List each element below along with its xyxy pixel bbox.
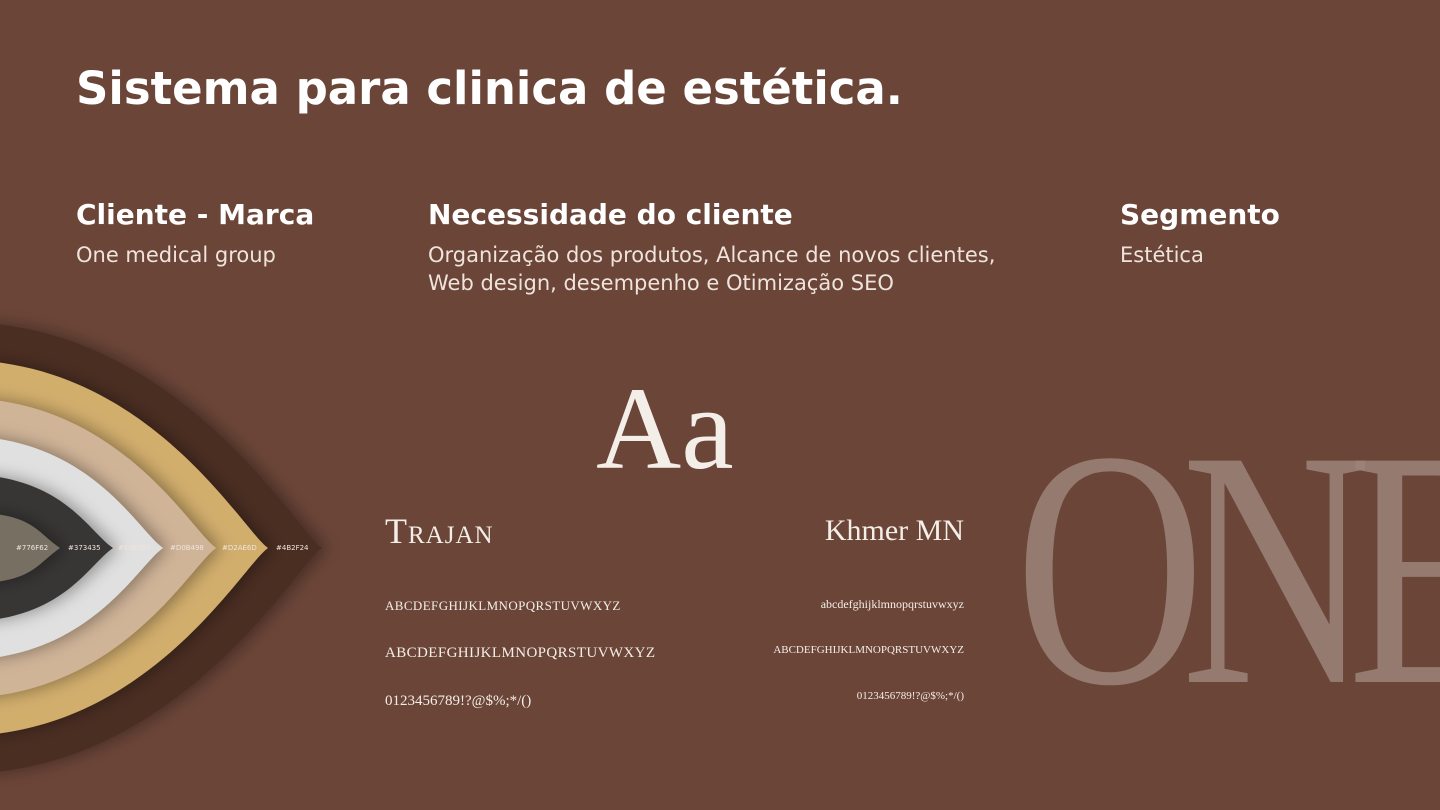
typeface-sample-glyph: Aa [596, 363, 734, 494]
trajan-sample-numbers: 0123456789!?@$%;*/() [385, 693, 532, 709]
palette-swatch-label: #E0E0E0 [118, 544, 151, 552]
palette-swatch-label: #4B2F24 [276, 544, 309, 552]
khmer-sample-lowercase: abcdefghijklmnopqrstuvwxyz [820, 597, 964, 611]
palette-swatch-label: #D0B498 [170, 544, 204, 552]
trajan-sample-uppercase: ABCDEFGHIJKLMNOPQRSTUVWXYZ [385, 645, 656, 661]
font-name-khmer: Khmer MN [824, 514, 964, 547]
palette-swatch-label: #D2AE6D [222, 544, 257, 552]
khmer-sample-uppercase: ABCDEFGHIJKLMNOPQRSTUVWXYZ [773, 644, 964, 656]
one-logo-text: ONE [1015, 420, 1440, 695]
font-name-trajan: Trajan [385, 511, 494, 551]
palette-swatch-label: #776F62 [16, 544, 48, 552]
trajan-sample-uppercase-small: ABCDEFGHIJKLMNOPQRSTUVWXYZ [385, 598, 621, 613]
khmer-sample-numbers: 0123456789!?@$%;*/() [856, 690, 964, 702]
palette-swatch-label: #373435 [68, 544, 101, 552]
one-logo-mark: ONE [1015, 420, 1440, 695]
